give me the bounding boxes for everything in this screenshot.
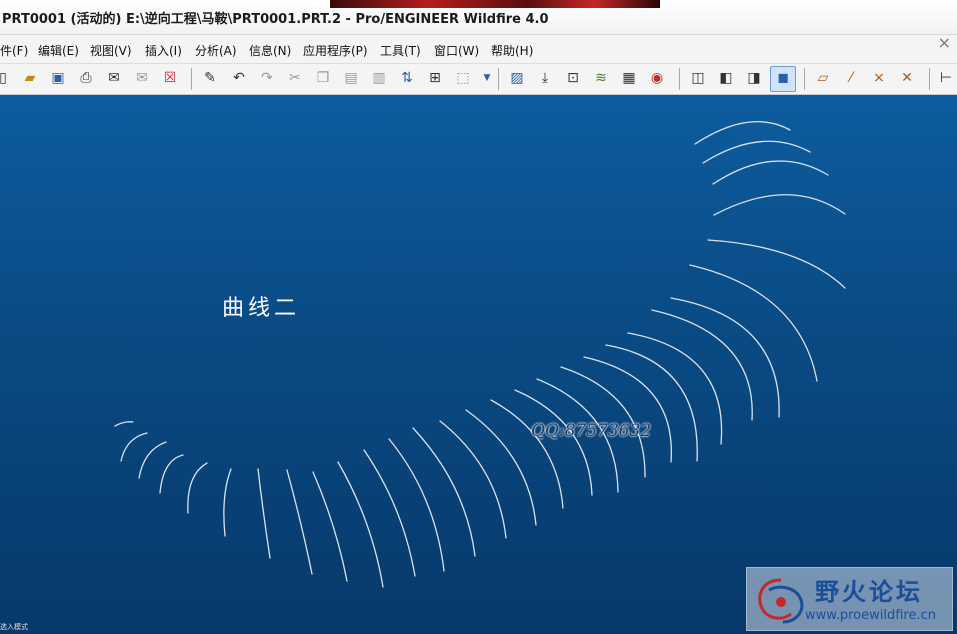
curve-section xyxy=(490,399,564,509)
wireframe-icon[interactable]: ◫ xyxy=(687,67,709,89)
redo-icon[interactable]: ↷ xyxy=(256,67,278,89)
status-text: 选入模式 xyxy=(0,623,28,631)
curve-section xyxy=(138,441,167,479)
toolbar-separator xyxy=(191,68,192,90)
paste-icon[interactable]: ▤ xyxy=(340,67,362,89)
csys-icon[interactable]: ✕ xyxy=(896,67,918,89)
curve-section xyxy=(651,309,753,421)
saved-views-icon[interactable]: ⊡ xyxy=(562,67,584,89)
menu-bar: 件(F) 编辑(E) 视图(V) 插入(I) 分析(A) 信息(N) 应用程序(… xyxy=(0,33,957,64)
send-mail-icon[interactable]: ✉ xyxy=(103,67,125,89)
curve-section xyxy=(707,239,846,289)
layers-icon[interactable]: ≋ xyxy=(590,67,612,89)
cut-icon[interactable]: ✂ xyxy=(284,67,306,89)
curve-section xyxy=(187,462,208,514)
curve-section xyxy=(689,264,818,382)
menu-info[interactable]: 信息(N) xyxy=(249,42,291,59)
watermark-url: www.proewildfire.cn xyxy=(805,608,936,623)
regenerate-icon[interactable]: ✎ xyxy=(199,67,221,89)
no-hidden-icon[interactable]: ◨ xyxy=(743,67,765,89)
curve-section xyxy=(223,468,232,537)
undo-icon[interactable]: ↶ xyxy=(228,67,250,89)
paste-special-icon[interactable]: ▥ xyxy=(368,67,390,89)
curve-section xyxy=(514,389,593,496)
menu-insert[interactable]: 插入(I) xyxy=(145,42,182,59)
curve-section xyxy=(713,194,846,216)
menu-file[interactable]: 件(F) xyxy=(0,42,28,59)
copy-icon[interactable]: ❐ xyxy=(312,67,334,89)
curve-section xyxy=(388,438,445,572)
curve-section xyxy=(120,432,148,462)
curve-label: 曲线二 xyxy=(222,296,301,321)
graphics-area[interactable]: 曲线二 QQ:87573632 选入模式 野火论坛 www.proewildfi… xyxy=(0,95,957,634)
toolbar-separator xyxy=(498,68,499,90)
curve-section xyxy=(694,121,791,145)
datum-axes-icon[interactable]: ⁄ xyxy=(840,67,862,89)
curve-section xyxy=(583,356,672,463)
menu-edit[interactable]: 编辑(E) xyxy=(38,42,79,59)
datum-points-icon[interactable]: × xyxy=(868,67,890,89)
menu-applications[interactable]: 应用程序(P) xyxy=(303,42,368,59)
menu-window[interactable]: 窗口(W) xyxy=(434,42,479,59)
datum-planes-icon[interactable]: ▱ xyxy=(812,67,834,89)
save-icon[interactable]: ▣ xyxy=(47,67,69,89)
curve-section xyxy=(712,160,829,185)
curve-section xyxy=(702,140,811,164)
watermark-title: 野火论坛 xyxy=(815,578,923,606)
reorient-icon[interactable]: ⤓ xyxy=(534,67,556,89)
model-tree-icon[interactable]: ⇅ xyxy=(396,67,418,89)
curve-sections xyxy=(114,121,846,588)
curve-section xyxy=(363,449,416,577)
toolbar-separator xyxy=(679,68,680,90)
print-icon[interactable]: ⎙ xyxy=(75,67,97,89)
find-icon[interactable]: ⊞ xyxy=(424,67,446,89)
view-manager-icon[interactable]: ▦ xyxy=(618,67,640,89)
shading-icon[interactable]: ◼ xyxy=(770,66,796,92)
window-title: PRT0001 (活动的) E:\逆向工程\马鞍\PRT0001.PRT.2 -… xyxy=(2,12,549,27)
new-icon[interactable]: ▯ xyxy=(0,67,14,89)
hidden-line-icon[interactable]: ◧ xyxy=(715,67,737,89)
qq-annotation: QQ:87573632 xyxy=(531,421,652,441)
menu-tools[interactable]: 工具(T) xyxy=(380,42,421,59)
toolbar-separator xyxy=(804,68,805,90)
send-mail-attach-icon[interactable]: ✉ xyxy=(131,67,153,89)
menu-help[interactable]: 帮助(H) xyxy=(491,42,533,59)
menu-analysis[interactable]: 分析(A) xyxy=(195,42,237,59)
dropdown-icon[interactable]: ▼ xyxy=(476,67,498,89)
open-icon[interactable]: ▰ xyxy=(19,67,41,89)
curve-section xyxy=(312,471,348,582)
curve-section xyxy=(257,468,271,559)
forum-logo-icon xyxy=(758,578,804,624)
title-decoration xyxy=(330,0,660,8)
main-toolbar: ▯ ▰ ▣ ⎙ ✉ ✉ ☒ ✎ ↶ ↷ ✂ ❐ ▤ ▥ ⇅ ⊞ ⬚ ▼ ▨ ⤓ … xyxy=(0,64,957,95)
close-icon[interactable]: × xyxy=(938,33,951,52)
appearance-icon[interactable]: ◉ xyxy=(646,67,668,89)
curve-section xyxy=(286,469,313,575)
curve-section xyxy=(159,454,184,494)
repaint-icon[interactable]: ▨ xyxy=(506,67,528,89)
measure-icon[interactable]: ⊢ xyxy=(935,67,957,89)
forum-watermark: 野火论坛 www.proewildfire.cn xyxy=(746,567,953,631)
close-window-icon[interactable]: ☒ xyxy=(159,67,181,89)
title-bar: PRT0001 (活动的) E:\逆向工程\马鞍\PRT0001.PRT.2 -… xyxy=(0,0,957,35)
curve-section xyxy=(114,421,134,427)
select-box-icon[interactable]: ⬚ xyxy=(452,67,474,89)
menu-view[interactable]: 视图(V) xyxy=(90,42,132,59)
toolbar-separator xyxy=(929,68,930,90)
curve-section xyxy=(465,409,537,526)
